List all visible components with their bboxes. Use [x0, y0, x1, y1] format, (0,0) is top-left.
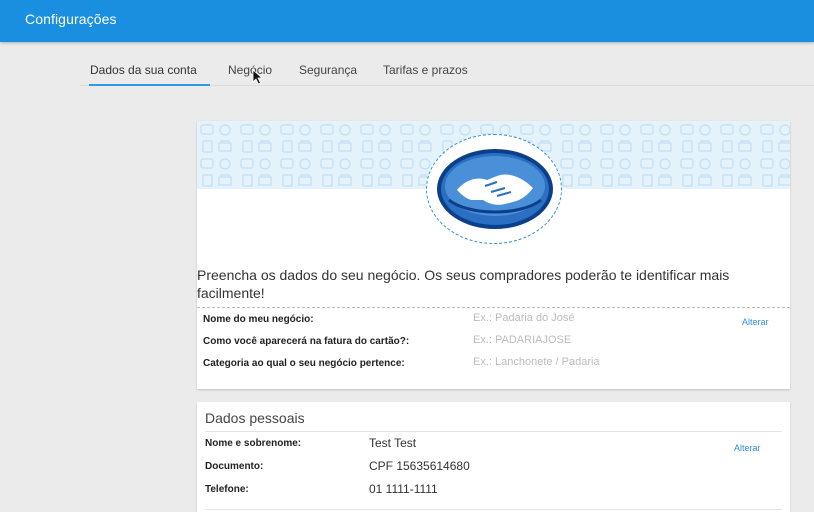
business-intro-text: Preencha os dados do seu negócio. Os seu… — [197, 267, 730, 301]
card-statement-value: Ex.: PADARIAJOSE — [473, 334, 572, 346]
business-name-value: Ex.: Padaria do José — [473, 312, 575, 324]
section-divider — [205, 509, 782, 510]
phone-value: 01 1111-1111 — [369, 482, 438, 496]
edit-business-link[interactable]: Alterar — [742, 317, 769, 327]
full-name-label: Nome e sobrenome: — [205, 438, 302, 449]
personal-info-card: Dados pessoais Nome e sobrenome: Test Te… — [197, 402, 790, 512]
business-category-value: Ex.: Lanchonete / Padaria — [473, 356, 600, 368]
section-divider — [197, 307, 790, 308]
card-statement-label: Como você aparecerá na fatura do cartão?… — [203, 336, 410, 347]
business-info-card: Preencha os dados do seu negócio. Os seu… — [197, 121, 790, 389]
edit-personal-link[interactable]: Alterar — [734, 443, 761, 453]
business-logo[interactable] — [426, 134, 562, 244]
mouse-cursor-icon — [252, 69, 264, 85]
business-category-label: Categoria ao qual o seu negócio pertence… — [203, 358, 405, 369]
active-tab-indicator — [89, 84, 210, 86]
tab-account-data[interactable]: Dados da sua conta — [90, 63, 197, 77]
top-app-bar: Configurações — [0, 0, 814, 42]
settings-tabs: Dados da sua conta Negócio Segurança Tar… — [80, 54, 814, 86]
personal-section-title: Dados pessoais — [205, 410, 305, 426]
phone-label: Telefone: — [205, 484, 249, 495]
handshake-logo-icon — [437, 149, 553, 229]
full-name-value: Test Test — [369, 436, 417, 450]
document-value: CPF 15635614680 — [369, 459, 470, 473]
tab-business[interactable]: Negócio — [228, 63, 272, 77]
section-divider — [205, 431, 782, 432]
business-name-label: Nome do meu negócio: — [203, 314, 314, 325]
page-title: Configurações — [25, 11, 117, 27]
tab-fees-and-terms[interactable]: Tarifas e prazos — [383, 63, 468, 77]
tab-security[interactable]: Segurança — [299, 63, 357, 77]
document-label: Documento: — [205, 461, 264, 472]
